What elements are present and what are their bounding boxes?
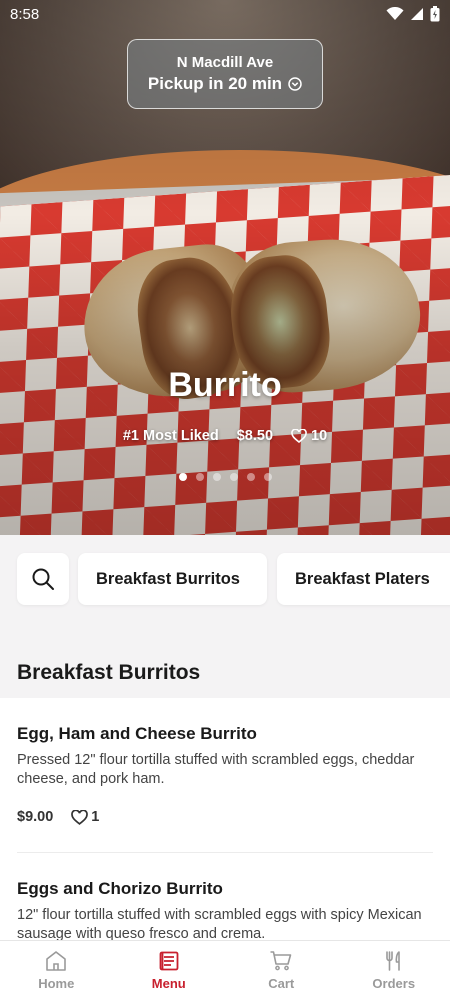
heart-icon [71, 809, 89, 825]
home-icon [46, 951, 67, 971]
nav-label-menu: Menu [151, 976, 186, 991]
carousel-dot[interactable] [246, 473, 255, 481]
hero-price: $8.50 [236, 428, 274, 444]
menu-item-card[interactable]: Egg, Ham and Cheese Burrito Pressed 12" … [17, 724, 433, 825]
menu-item-likes[interactable]: 1 [71, 809, 99, 825]
fork-knife-icon [385, 951, 400, 971]
chevron-down-circle-icon [288, 77, 302, 91]
nav-item-cart[interactable]: Cart [225, 941, 338, 1000]
menu-item-description: 12" flour tortilla stuffed with scramble… [17, 907, 422, 942]
status-time: 8:58 [10, 5, 40, 23]
signal-icon [411, 8, 423, 20]
carousel-dot[interactable] [263, 473, 272, 481]
menu-item-description: Pressed 12" flour tortilla stuffed with … [17, 752, 415, 787]
carousel-dot[interactable] [229, 473, 238, 481]
hero-likes: 10 [291, 428, 327, 444]
category-bar: Breakfast Burritos Breakfast Platers [0, 535, 450, 625]
search-button[interactable] [17, 553, 69, 605]
wifi-icon [386, 7, 404, 20]
menu-item-divider [17, 852, 433, 853]
nav-item-orders[interactable]: Orders [338, 941, 450, 1000]
category-chip-breakfast-burritos[interactable]: Breakfast Burritos [78, 553, 267, 605]
carousel-indicator [0, 473, 450, 481]
hero-item-meta: #1 Most Liked $8.50 10 [0, 428, 450, 444]
hero-badge: #1 Most Liked [122, 428, 219, 444]
menu-item-name: Egg, Ham and Cheese Burrito [17, 724, 257, 743]
pickup-time-label: Pickup in 20 min [147, 74, 283, 93]
nav-item-menu[interactable]: Menu [113, 941, 226, 1000]
bottom-navigation: Home Menu Cart Orders [0, 940, 450, 1000]
status-icons [386, 6, 440, 22]
carousel-dot[interactable] [212, 473, 221, 481]
nav-label-orders: Orders [372, 976, 416, 991]
nav-label-home: Home [38, 976, 75, 991]
hero-item-title: Burrito [168, 366, 282, 404]
menu-item-card[interactable]: Eggs and Chorizo Burrito 12" flour torti… [17, 879, 433, 943]
location-street: N Macdill Ave [176, 54, 274, 71]
battery-icon [430, 6, 440, 22]
menu-item-likes-count: 1 [91, 809, 100, 825]
category-chip-breakfast-platers[interactable]: Breakfast Platers [277, 553, 450, 605]
search-icon [32, 568, 54, 590]
menu-item-meta: $9.00 1 [17, 809, 433, 825]
pickup-location-selector[interactable]: N Macdill Ave Pickup in 20 min [127, 39, 323, 109]
hero-likes-count: 10 [311, 428, 328, 444]
cart-icon [270, 951, 292, 971]
pickup-time: Pickup in 20 min [148, 74, 302, 94]
menu-icon [159, 951, 179, 971]
menu-item-price: $9.00 [17, 809, 54, 825]
nav-label-cart: Cart [268, 976, 295, 991]
status-bar: 8:58 [0, 0, 450, 28]
carousel-dot[interactable] [195, 473, 204, 481]
heart-icon [291, 429, 307, 443]
menu-item-list: Egg, Ham and Cheese Burrito Pressed 12" … [0, 698, 450, 943]
nav-item-home[interactable]: Home [0, 941, 113, 1000]
carousel-dot[interactable] [178, 473, 187, 481]
menu-item-name: Eggs and Chorizo Burrito [17, 879, 223, 898]
section-title: Breakfast Burritos [17, 661, 201, 684]
